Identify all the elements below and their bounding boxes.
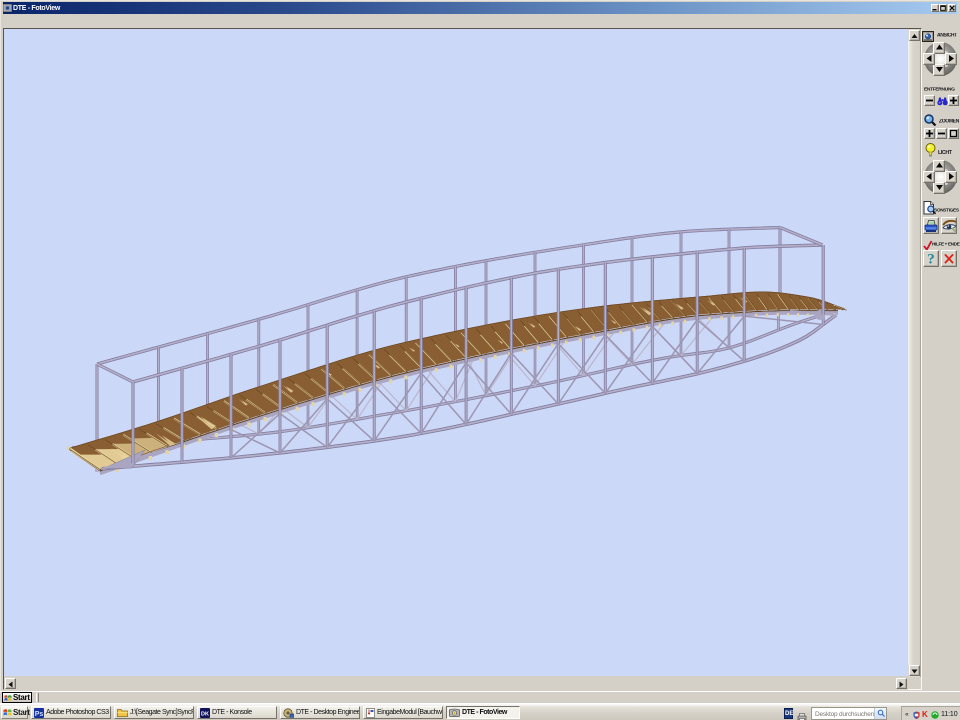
svg-text:?: ? bbox=[927, 252, 935, 267]
svg-text:DK: DK bbox=[201, 711, 209, 717]
svg-text:Ps: Ps bbox=[35, 711, 44, 718]
